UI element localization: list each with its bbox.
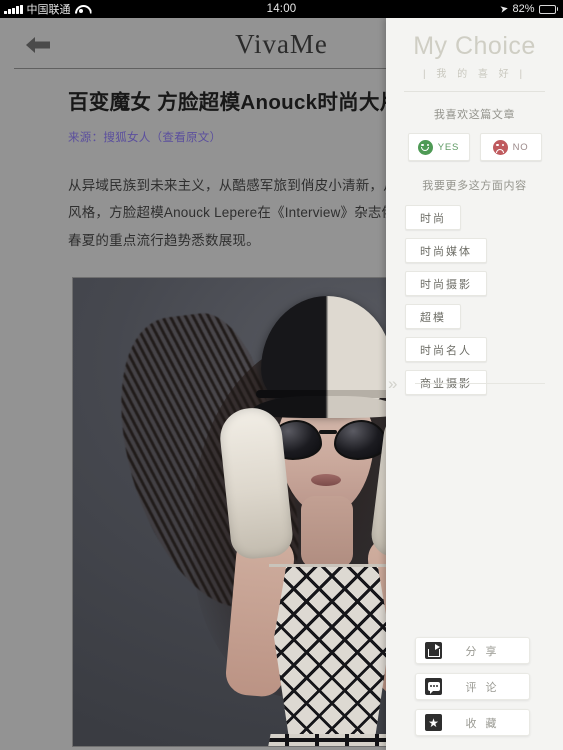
tag-list: 时尚 时尚媒体 时尚摄影 超模 时尚名人 商业摄影 xyxy=(386,205,563,403)
vote-no-button[interactable]: NO xyxy=(479,133,542,161)
panel-subtitle: | 我 的 喜 好 | xyxy=(422,69,527,80)
favorite-label: 收 藏 xyxy=(465,717,500,730)
panel-divider-top xyxy=(404,91,545,92)
share-label: 分 享 xyxy=(465,645,500,658)
comment-button[interactable]: 评 论 xyxy=(415,673,530,700)
vote-yes-label: YES xyxy=(437,141,460,153)
tag-button[interactable]: 超模 xyxy=(405,304,461,329)
status-bar-clock: 14:00 xyxy=(266,3,297,15)
status-bar-right: ➤ 82% xyxy=(499,2,558,16)
comment-icon xyxy=(425,678,442,695)
smiley-sad-icon xyxy=(492,139,508,155)
tag-button[interactable]: 时尚摄影 xyxy=(405,271,487,296)
smiley-happy-icon xyxy=(417,139,433,155)
battery-percent-label: 82% xyxy=(512,3,535,15)
photo-helmet-brim xyxy=(251,395,403,418)
photo-lips xyxy=(311,473,341,486)
share-button[interactable]: 分 享 xyxy=(415,637,530,664)
vote-yes-button[interactable]: YES xyxy=(407,133,470,161)
tags-prompt-label: 我要更多这方面内容 xyxy=(422,180,527,192)
photo-neck xyxy=(301,495,353,568)
panel-divider-middle xyxy=(415,383,545,384)
photo-dress-skirt xyxy=(259,733,405,746)
tag-button[interactable]: 时尚媒体 xyxy=(405,238,487,263)
tag-button[interactable]: 时尚 xyxy=(405,205,461,230)
photo-sunglasses xyxy=(269,419,387,460)
comment-label: 评 论 xyxy=(465,681,500,694)
favorite-button[interactable]: ★ 收 藏 xyxy=(415,709,530,736)
vote-no-label: NO xyxy=(512,141,529,153)
status-bar: 中国联通 14:00 ➤ 82% xyxy=(0,0,563,18)
star-icon: ★ xyxy=(425,714,442,731)
app-screen: 中国联通 14:00 ➤ 82% VivaMe 百变魔女 方脸超模Anouck时… xyxy=(0,0,563,750)
vote-button-group: YES NO xyxy=(386,133,563,161)
photo-dress-bodice xyxy=(274,563,390,740)
location-arrow-icon: ➤ xyxy=(499,2,510,16)
action-button-list: 分 享 评 论 ★ 收 藏 xyxy=(415,637,530,736)
photo-dress-neckline xyxy=(269,563,395,567)
vote-prompt-label: 我喜欢这篇文章 xyxy=(433,109,516,121)
my-choice-panel: My Choice | 我 的 喜 好 | 我喜欢这篇文章 YES NO 我要更… xyxy=(386,18,563,750)
battery-icon xyxy=(538,4,558,14)
panel-title: My Choice xyxy=(413,32,536,60)
tag-button[interactable]: 时尚名人 xyxy=(405,337,487,362)
share-icon xyxy=(425,642,442,659)
chevron-double-right-icon[interactable]: » xyxy=(388,374,398,394)
